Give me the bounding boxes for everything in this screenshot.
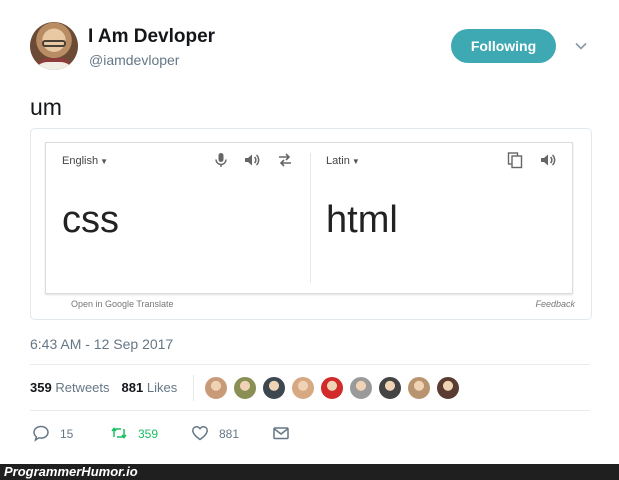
- avatar[interactable]: [30, 22, 78, 70]
- translate-box: English ▼ Latin ▼ css html: [45, 142, 573, 294]
- reply-count: 15: [60, 427, 74, 441]
- liker-avatar[interactable]: [378, 376, 402, 400]
- following-button[interactable]: Following: [451, 29, 556, 63]
- liker-avatar[interactable]: [407, 376, 431, 400]
- tweet-text: um: [30, 94, 62, 120]
- translate-divider: [310, 153, 311, 283]
- liker-avatar[interactable]: [204, 376, 228, 400]
- tweet-stats: 359 Retweets 881 Likes: [30, 380, 177, 395]
- retweet-count: 359: [138, 427, 159, 441]
- source-text: css: [62, 199, 119, 241]
- envelope-icon: [273, 427, 289, 440]
- source-language-label: English: [62, 155, 99, 167]
- retweets-label: Retweets: [55, 380, 110, 395]
- like-count: 881: [219, 427, 240, 441]
- likes-label: Likes: [146, 380, 178, 395]
- tweet-timestamp[interactable]: 6:43 AM - 12 Sep 2017: [30, 336, 173, 352]
- translate-card[interactable]: English ▼ Latin ▼ css html Open in Googl…: [30, 128, 592, 320]
- speaker-icon[interactable]: [243, 151, 261, 169]
- swap-languages-icon[interactable]: [276, 151, 294, 169]
- liker-avatar[interactable]: [291, 376, 315, 400]
- target-language-select[interactable]: Latin ▼: [326, 155, 360, 167]
- liker-avatar[interactable]: [349, 376, 373, 400]
- watermark-bar: ProgrammerHumor.io: [0, 464, 619, 480]
- direct-message-button[interactable]: [272, 424, 300, 442]
- heart-icon: [192, 425, 208, 441]
- retweets-count: 359: [30, 380, 52, 395]
- caret-down-icon: ▼: [351, 157, 360, 166]
- translated-text: html: [326, 199, 398, 241]
- likes-stat[interactable]: 881 Likes: [122, 380, 178, 395]
- speaker-icon[interactable]: [539, 151, 557, 169]
- retweets-stat[interactable]: 359 Retweets: [30, 380, 110, 395]
- reply-icon: [33, 425, 49, 442]
- target-language-label: Latin: [326, 155, 350, 167]
- watermark-text: ProgrammerHumor.io: [4, 464, 138, 479]
- liker-avatar[interactable]: [320, 376, 344, 400]
- avatar-glasses: [42, 40, 66, 47]
- liker-avatar[interactable]: [262, 376, 286, 400]
- divider: [30, 410, 590, 411]
- stats-divider: [193, 375, 194, 401]
- chevron-down-icon[interactable]: [573, 38, 589, 54]
- avatar-shirt: [36, 58, 72, 70]
- feedback-link[interactable]: Feedback: [535, 299, 575, 309]
- open-in-google-translate-link[interactable]: Open in Google Translate: [71, 299, 174, 309]
- liker-avatar[interactable]: [436, 376, 460, 400]
- caret-down-icon: ▼: [100, 157, 108, 166]
- tweet-actions: 15 359 881: [30, 424, 330, 448]
- retweet-button[interactable]: 359: [110, 424, 158, 442]
- reply-button[interactable]: 15: [32, 424, 73, 442]
- divider: [30, 364, 590, 365]
- like-button[interactable]: 881: [191, 424, 239, 442]
- retweet-icon: [111, 427, 127, 439]
- microphone-icon[interactable]: [212, 151, 230, 169]
- tweet-header: I Am Devloper @iamdevloper Following: [30, 22, 595, 74]
- source-language-select[interactable]: English ▼: [62, 155, 108, 167]
- display-name[interactable]: I Am Devloper: [88, 26, 215, 48]
- liker-avatar[interactable]: [233, 376, 257, 400]
- copy-icon[interactable]: [506, 151, 524, 169]
- likes-count: 881: [121, 380, 144, 395]
- user-handle[interactable]: @iamdevloper: [89, 52, 179, 68]
